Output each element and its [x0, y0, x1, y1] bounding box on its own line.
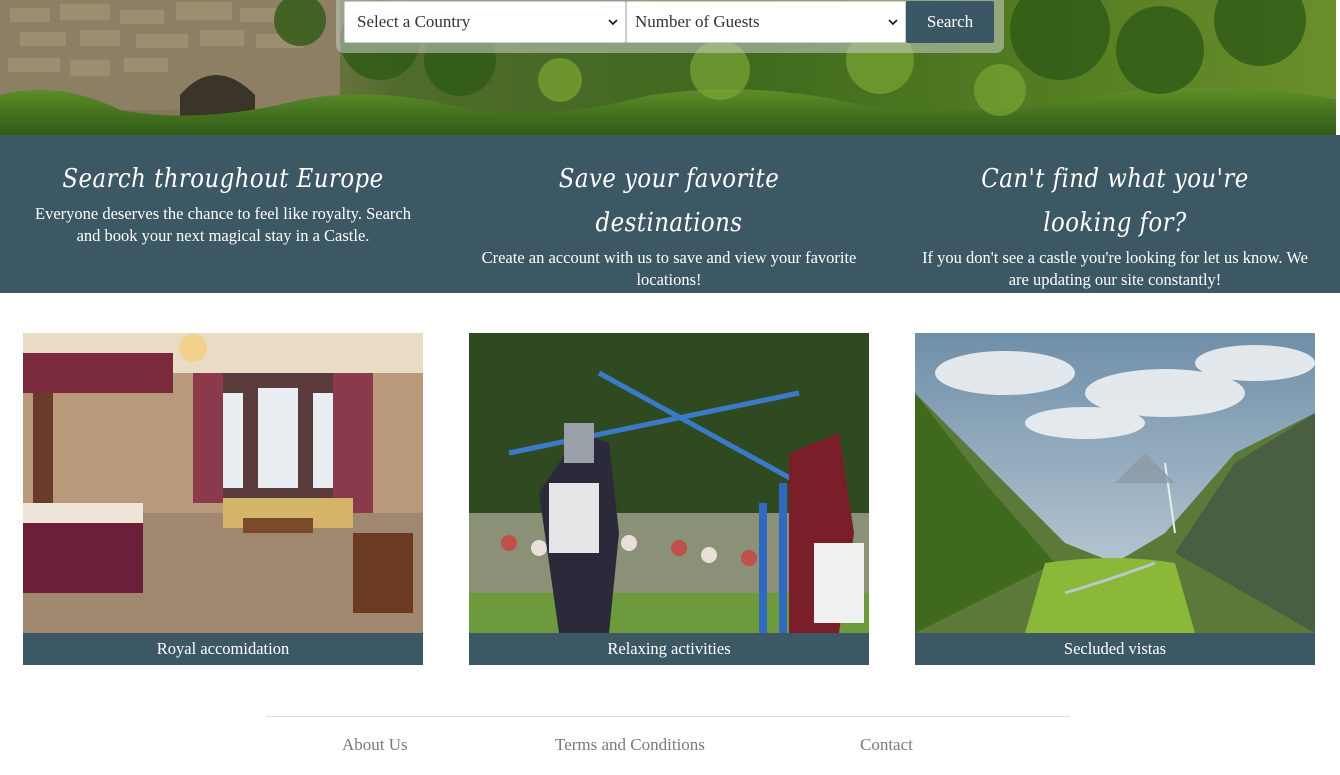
- country-select[interactable]: Select a Country: [344, 1, 626, 43]
- footer-link-contact[interactable]: Contact: [860, 735, 913, 755]
- chevron-down-icon: [888, 19, 898, 26]
- guests-select-value: Number of Guests: [635, 12, 760, 31]
- bedroom-image: [23, 333, 423, 633]
- feature-title: Save your favorite destinations: [558, 164, 780, 238]
- valley-image: [915, 333, 1315, 633]
- guests-select[interactable]: Number of Guests: [626, 1, 906, 43]
- feature-text: If you don't see a castle you're looking…: [922, 248, 1308, 289]
- jousting-image: [469, 333, 869, 633]
- card-accommodation[interactable]: Royal accomidation: [23, 333, 423, 665]
- feature-title: Search throughout Europe: [62, 164, 384, 194]
- feature-text: Create an account with us to save and vi…: [481, 248, 857, 289]
- card-activities[interactable]: Relaxing activities: [469, 333, 869, 665]
- search-button[interactable]: Search: [906, 1, 994, 43]
- feature-search: Search throughout Europe Everyone deserv…: [23, 157, 423, 247]
- feature-text: Everyone deserves the chance to feel lik…: [35, 204, 411, 245]
- feature-title: Can't find what you're looking for?: [981, 164, 1249, 238]
- features-band: Search throughout Europe Everyone deserv…: [0, 135, 1340, 293]
- card-caption: Secluded vistas: [915, 633, 1315, 665]
- footer-link-about[interactable]: About Us: [342, 735, 408, 755]
- footer-link-terms[interactable]: Terms and Conditions: [555, 735, 705, 755]
- footer-divider: [266, 716, 1070, 717]
- feature-contact: Can't find what you're looking for? If y…: [915, 157, 1315, 291]
- feature-save: Save your favorite destinations Create a…: [469, 157, 869, 291]
- country-select-value: Select a Country: [357, 12, 471, 31]
- card-caption: Relaxing activities: [469, 633, 869, 665]
- card-vistas[interactable]: Secluded vistas: [915, 333, 1315, 665]
- card-caption: Royal accomidation: [23, 633, 423, 665]
- chevron-down-icon: [608, 19, 618, 26]
